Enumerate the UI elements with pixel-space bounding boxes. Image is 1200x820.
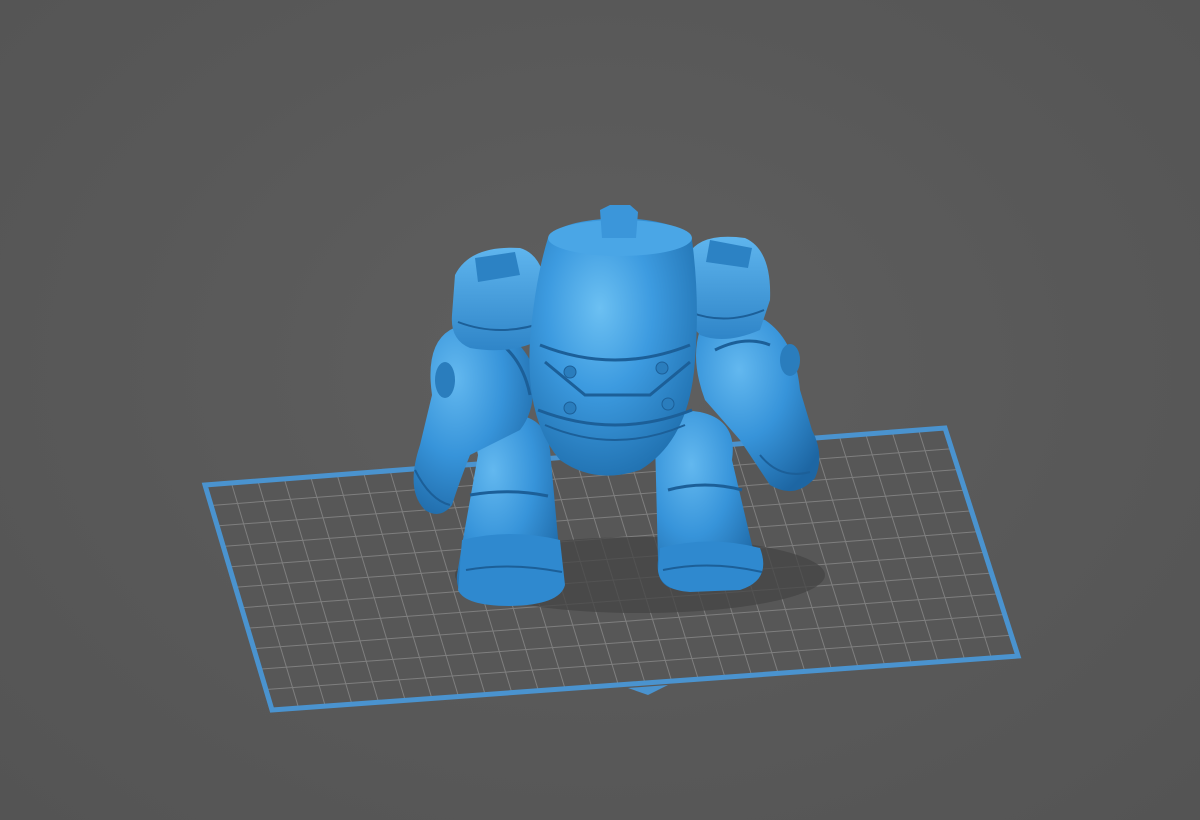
front-marker-icon xyxy=(628,685,668,695)
scene-canvas[interactable] xyxy=(0,0,1200,820)
torso xyxy=(529,205,697,476)
3d-viewport[interactable] xyxy=(0,0,1200,820)
right-shoulder-pad xyxy=(685,236,771,339)
